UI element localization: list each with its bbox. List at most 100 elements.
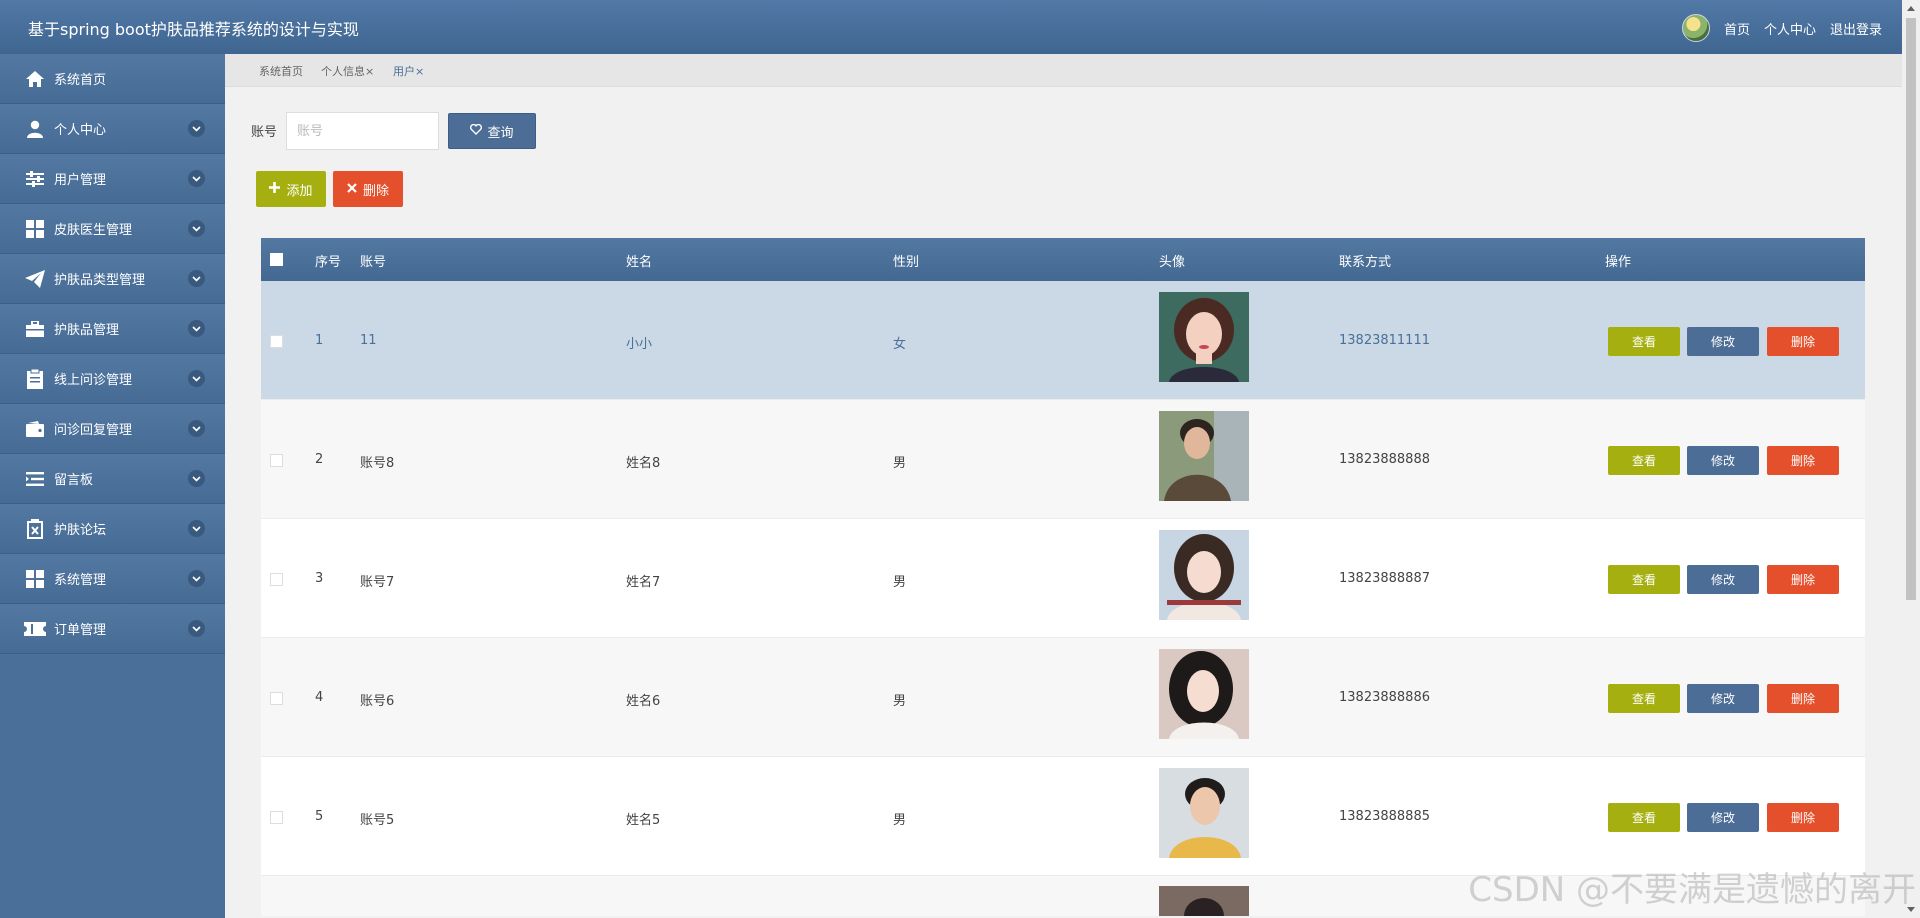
table-row[interactable]: 4 账号6 姓名6 男 13823888886 查看 修改 删除: [261, 638, 1865, 757]
avatar[interactable]: [1681, 14, 1710, 42]
row-checkbox[interactable]: [270, 335, 283, 348]
breadcrumb: 系统首页 个人信息× 用户×: [225, 54, 1902, 87]
column-header: 性别: [893, 255, 920, 270]
column-header: 头像: [1159, 255, 1186, 270]
sidebar-item-users[interactable]: 用户管理: [0, 154, 225, 204]
delete-button[interactable]: 删除: [1767, 565, 1839, 594]
view-button[interactable]: 查看: [1608, 684, 1680, 713]
table-row[interactable]: 3 账号7 姓名7 男 13823888887 查看 修改 删除: [261, 519, 1865, 638]
view-button[interactable]: 查看: [1608, 446, 1680, 475]
delete-button[interactable]: 删除: [1767, 446, 1839, 475]
edit-button[interactable]: 修改: [1687, 684, 1759, 713]
chevron-down-icon[interactable]: [188, 420, 205, 437]
sidebar-item-replies[interactable]: 问诊回复管理: [0, 404, 225, 454]
cell-index: 2: [315, 452, 324, 467]
watermark: CSDN @不要满是遗憾的离开: [1468, 870, 1916, 910]
sliders-icon: [24, 168, 46, 190]
plus-icon: [269, 181, 281, 197]
cell-gender: 男: [893, 456, 907, 471]
sidebar-item-consultations[interactable]: 线上问诊管理: [0, 354, 225, 404]
cell-index: 3: [315, 571, 324, 586]
query-button[interactable]: 查询: [448, 113, 536, 149]
cell-account: 账号5: [360, 813, 395, 828]
sidebar-item-home[interactable]: 系统首页: [0, 54, 225, 104]
table-row[interactable]: 5 账号5 姓名5 男 13823888885 查看 修改 删除: [261, 757, 1865, 876]
chevron-down-icon[interactable]: [188, 270, 205, 287]
row-checkbox[interactable]: [270, 692, 283, 705]
delete-button[interactable]: 删除: [1767, 327, 1839, 356]
select-all-checkbox[interactable]: [270, 253, 283, 266]
search-label: 账号: [251, 125, 278, 140]
sidebar-item-label: 线上问诊管理: [54, 373, 133, 388]
avatar-photo: [1159, 649, 1249, 739]
sidebar-item-label: 订单管理: [54, 623, 107, 638]
chevron-down-icon[interactable]: [188, 120, 205, 137]
cell-index: 5: [315, 809, 324, 824]
scrollbar-thumb[interactable]: [1906, 18, 1916, 600]
cell-phone: 13823888887: [1339, 571, 1430, 586]
sidebar-item-system[interactable]: 系统管理: [0, 554, 225, 604]
tab-users[interactable]: 用户×: [393, 63, 424, 79]
sidebar-item-messages[interactable]: 留言板: [0, 454, 225, 504]
ticket-icon: [24, 618, 46, 640]
sidebar-item-products[interactable]: 护肤品管理: [0, 304, 225, 354]
chevron-down-icon[interactable]: [188, 370, 205, 387]
sidebar-item-doctors[interactable]: 皮肤医生管理: [0, 204, 225, 254]
avatar-photo: [1159, 768, 1249, 858]
edit-button[interactable]: 修改: [1687, 565, 1759, 594]
tab-home[interactable]: 系统首页: [259, 63, 303, 79]
row-checkbox[interactable]: [270, 811, 283, 824]
add-button[interactable]: 添加: [256, 171, 326, 207]
cell-phone: 13823888885: [1339, 809, 1430, 824]
table-row[interactable]: 1 11 小小 女 13823811111 查看 修改 删除: [261, 281, 1865, 400]
view-button[interactable]: 查看: [1608, 327, 1680, 356]
tab-profile[interactable]: 个人信息×: [321, 63, 374, 79]
cell-gender: 男: [893, 813, 907, 828]
profile-link[interactable]: 个人中心: [1764, 19, 1816, 38]
column-header: 账号: [360, 255, 387, 270]
chevron-down-icon[interactable]: [188, 470, 205, 487]
sidebar-item-label: 个人中心: [54, 123, 107, 138]
home-link[interactable]: 首页: [1724, 19, 1750, 38]
edit-button[interactable]: 修改: [1687, 327, 1759, 356]
grid-icon: [24, 568, 46, 590]
table-row[interactable]: 2 账号8 姓名8 男 13823888888 查看 修改 删除: [261, 400, 1865, 519]
chevron-down-icon[interactable]: [188, 220, 205, 237]
scroll-up-icon[interactable]: [1907, 6, 1915, 11]
delete-button[interactable]: 删除: [1767, 803, 1839, 832]
sidebar-item-label: 系统首页: [54, 73, 107, 88]
view-button[interactable]: 查看: [1608, 565, 1680, 594]
cell-phone: 13823888888: [1339, 452, 1430, 467]
clipboard-x-icon: [24, 518, 46, 540]
logout-link[interactable]: 退出登录: [1830, 19, 1882, 38]
home-icon: [24, 68, 46, 90]
vertical-scrollbar[interactable]: [1902, 0, 1920, 918]
close-icon: [347, 182, 357, 197]
sidebar-item-orders[interactable]: 订单管理: [0, 604, 225, 654]
chevron-down-icon[interactable]: [188, 570, 205, 587]
chevron-down-icon[interactable]: [188, 320, 205, 337]
sidebar-item-product-types[interactable]: 护肤品类型管理: [0, 254, 225, 304]
sidebar-item-profile[interactable]: 个人中心: [0, 104, 225, 154]
chevron-down-icon[interactable]: [188, 620, 205, 637]
query-button-label: 查询: [487, 125, 514, 141]
cell-name: 姓名8: [626, 456, 661, 471]
sidebar-item-label: 问诊回复管理: [54, 423, 133, 438]
sidebar-item-label: 护肤论坛: [54, 523, 107, 538]
paper-plane-icon: [24, 268, 46, 290]
sidebar-item-label: 护肤品类型管理: [54, 273, 146, 288]
search-input[interactable]: [286, 112, 439, 150]
sidebar-item-forum[interactable]: 护肤论坛: [0, 504, 225, 554]
edit-button[interactable]: 修改: [1687, 803, 1759, 832]
row-checkbox[interactable]: [270, 454, 283, 467]
cell-account: 账号8: [360, 456, 395, 471]
chevron-down-icon[interactable]: [188, 520, 205, 537]
chevron-down-icon[interactable]: [188, 170, 205, 187]
top-header: 基于spring boot护肤品推荐系统的设计与实现 首页 个人中心 退出登录: [0, 0, 1902, 54]
delete-button[interactable]: 删除: [1767, 684, 1839, 713]
edit-button[interactable]: 修改: [1687, 446, 1759, 475]
row-checkbox[interactable]: [270, 573, 283, 586]
user-icon: [24, 118, 46, 140]
batch-delete-button[interactable]: 删除: [333, 171, 403, 207]
view-button[interactable]: 查看: [1608, 803, 1680, 832]
